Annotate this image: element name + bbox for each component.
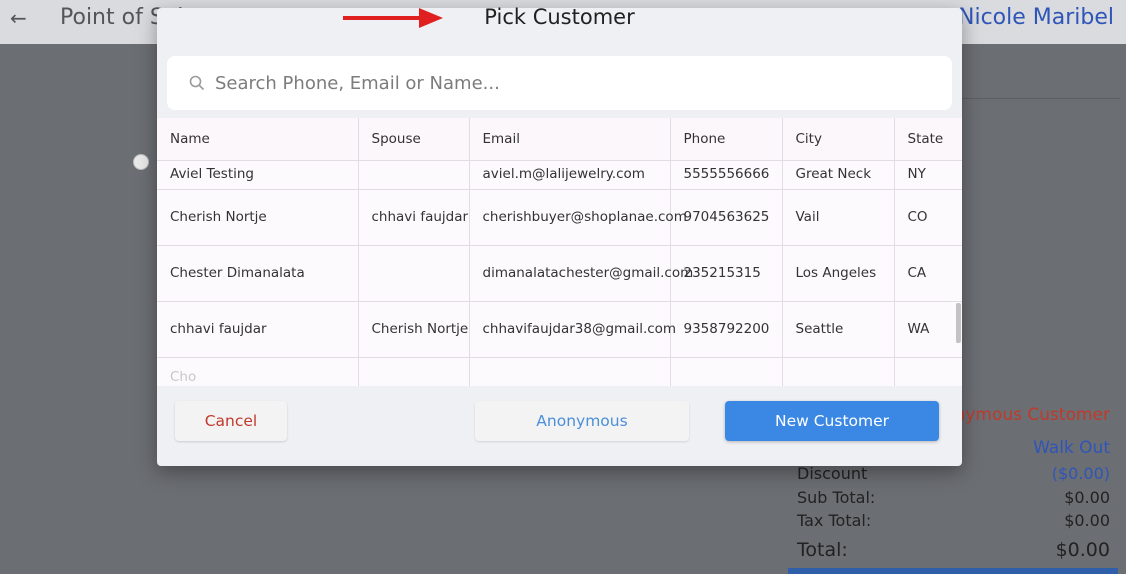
table-row[interactable]: Cho: [157, 357, 962, 386]
cell-spouse: Cherish Nortje: [358, 301, 470, 358]
search-icon: [189, 75, 205, 91]
discount-value[interactable]: ($0.00): [1052, 464, 1110, 483]
column-header-state[interactable]: State: [894, 118, 962, 161]
cell-email: chhavifaujdar38@gmail.com: [469, 301, 676, 358]
discount-label: Discount: [797, 464, 868, 483]
new-customer-button[interactable]: New Customer: [725, 401, 939, 441]
cell-spouse: [358, 357, 470, 386]
user-name[interactable]: Nicole Maribel: [958, 5, 1114, 30]
table-row[interactable]: chhavi faujdar Cherish Nortje chhavifauj…: [157, 301, 962, 358]
cell-state: CA: [894, 245, 962, 302]
discount-row: Discount ($0.00): [797, 464, 1110, 483]
subtotal-label: Sub Total:: [797, 488, 876, 507]
table-header-row: Name Spouse Email Phone City State: [157, 118, 962, 161]
column-header-name[interactable]: Name: [157, 118, 359, 161]
cell-state: [894, 357, 962, 386]
cell-spouse: chhavi faujdar: [358, 189, 470, 246]
search-input[interactable]: [215, 72, 915, 94]
cell-phone: 235215315: [670, 245, 783, 302]
subtotal-value: $0.00: [1064, 488, 1110, 507]
tax-value: $0.00: [1064, 511, 1110, 530]
anonymous-button[interactable]: Anonymous: [475, 401, 689, 441]
cell-name: Chester Dimanalata: [157, 245, 359, 302]
cell-email: cherishbuyer@shoplanae.com: [469, 189, 687, 246]
dialog-title: Pick Customer: [484, 5, 635, 29]
cell-state: WA: [894, 301, 962, 358]
column-header-email[interactable]: Email: [469, 118, 671, 161]
cell-email: [469, 357, 671, 386]
cell-city: Vail: [782, 189, 895, 246]
cell-phone: 9358792200: [670, 301, 783, 358]
radio-button[interactable]: [133, 154, 149, 170]
total-value: $0.00: [1055, 539, 1110, 561]
total-row: Total: $0.00: [797, 539, 1110, 561]
cell-city: Great Neck: [782, 160, 895, 190]
cell-email: dimanalatachester@gmail.com: [469, 245, 693, 302]
pick-customer-dialog: Pick Customer Name Spouse Email Phone Ci: [157, 5, 962, 466]
cell-city: Seattle: [782, 301, 895, 358]
arrow-left-icon[interactable]: ←: [10, 6, 27, 30]
table-scrollbar[interactable]: [956, 303, 961, 343]
cell-state: CO: [894, 189, 962, 246]
customer-search[interactable]: [167, 56, 952, 110]
annotation-arrow-icon: [343, 8, 443, 28]
cell-name: Aviel Testing: [157, 160, 359, 190]
customer-table-container[interactable]: Name Spouse Email Phone City State Aviel…: [157, 118, 962, 386]
cell-email: aviel.m@lalijewelry.com: [469, 160, 671, 190]
checkout-bar[interactable]: [788, 568, 1118, 574]
cell-spouse: [358, 245, 470, 302]
table-row[interactable]: Aviel Testing aviel.m@lalijewelry.com 55…: [157, 160, 962, 190]
cell-phone: 9704563625: [670, 189, 783, 246]
cell-name: chhavi faujdar: [157, 301, 359, 358]
table-row[interactable]: Cherish Nortje chhavi faujdar cherishbuy…: [157, 189, 962, 246]
tax-row: Tax Total: $0.00: [797, 511, 1110, 530]
subtotal-row: Sub Total: $0.00: [797, 488, 1110, 507]
cell-phone: [670, 357, 783, 386]
column-header-spouse[interactable]: Spouse: [358, 118, 470, 161]
cell-name: Cherish Nortje: [157, 189, 359, 246]
cell-city: [782, 357, 895, 386]
table-row[interactable]: Chester Dimanalata dimanalatachester@gma…: [157, 245, 962, 302]
divider: [960, 98, 1120, 99]
column-header-city[interactable]: City: [782, 118, 895, 161]
walk-out-link[interactable]: Walk Out: [1033, 438, 1110, 458]
column-header-phone[interactable]: Phone: [670, 118, 783, 161]
cell-phone: 5555556666: [670, 160, 783, 190]
customer-table: Name Spouse Email Phone City State Aviel…: [157, 118, 962, 386]
cell-spouse: [358, 160, 470, 190]
cell-city: Los Angeles: [782, 245, 895, 302]
tax-label: Tax Total:: [797, 511, 872, 530]
total-label: Total:: [797, 539, 848, 561]
cell-name: Cho: [157, 357, 359, 386]
cell-state: NY: [894, 160, 962, 190]
cancel-button[interactable]: Cancel: [175, 401, 287, 441]
